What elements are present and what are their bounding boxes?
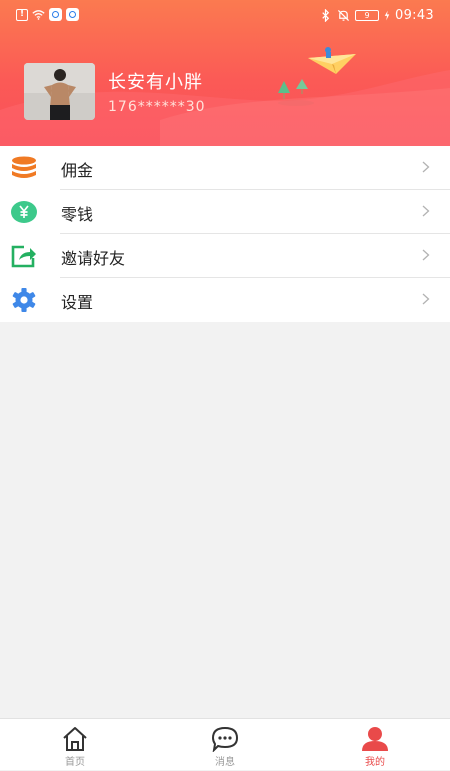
message-icon [211, 726, 239, 752]
browser-notification-icon [66, 8, 79, 21]
tab-home[interactable]: 首页 [0, 719, 150, 771]
avatar-photo [24, 63, 95, 120]
tab-label: 消息 [215, 757, 235, 768]
share-icon [11, 245, 36, 268]
paper-plane-decoration [308, 47, 356, 74]
mute-bell-icon [337, 9, 350, 22]
avatar[interactable] [24, 63, 95, 120]
menu-item-settings[interactable]: 设置 [0, 278, 450, 322]
menu-item-label: 零钱 [61, 205, 94, 224]
tab-profile[interactable]: 我的 [300, 719, 450, 771]
trees-decoration [278, 79, 314, 106]
menu-list: 佣金 零钱 邀请好友 设置 [0, 146, 450, 322]
charging-bolt-icon [384, 10, 390, 21]
chevron-right-icon [422, 293, 430, 305]
tab-label: 我的 [365, 757, 385, 768]
chevron-right-icon [422, 249, 430, 261]
status-bar: ! 9 09:43 [0, 0, 450, 30]
menu-item-commission[interactable]: 佣金 [0, 146, 450, 190]
yen-coin-icon [11, 201, 37, 223]
menu-item-invite-friends[interactable]: 邀请好友 [0, 234, 450, 278]
battery-icon: 9 [355, 10, 380, 21]
status-time: 09:43 [395, 8, 434, 23]
status-left-icons: ! [16, 8, 79, 21]
menu-item-label: 邀请好友 [61, 249, 126, 268]
notification-icon: ! [16, 8, 28, 21]
chevron-right-icon [422, 205, 430, 217]
app-notification-icon [49, 8, 62, 21]
user-phone: 176******30 [108, 99, 206, 115]
chevron-right-icon [422, 161, 430, 173]
wifi-icon [32, 10, 45, 20]
battery-level: 9 [364, 11, 370, 20]
gear-icon [12, 288, 36, 312]
menu-item-label: 佣金 [61, 161, 94, 180]
home-icon [63, 727, 87, 751]
bottom-navigation: 首页 消息 我的 [0, 718, 450, 770]
status-right-icons: 9 09:43 [319, 8, 434, 23]
tab-label: 首页 [65, 757, 85, 768]
profile-icon [362, 727, 388, 751]
username: 长安有小胖 [108, 72, 203, 93]
profile-header: ! 9 09:43 长安有小胖 176******30 [0, 0, 450, 146]
bluetooth-icon [322, 9, 330, 22]
tab-messages[interactable]: 消息 [150, 719, 300, 771]
menu-item-label: 设置 [61, 293, 94, 312]
menu-item-change[interactable]: 零钱 [0, 190, 450, 234]
coins-stack-icon [12, 156, 36, 178]
